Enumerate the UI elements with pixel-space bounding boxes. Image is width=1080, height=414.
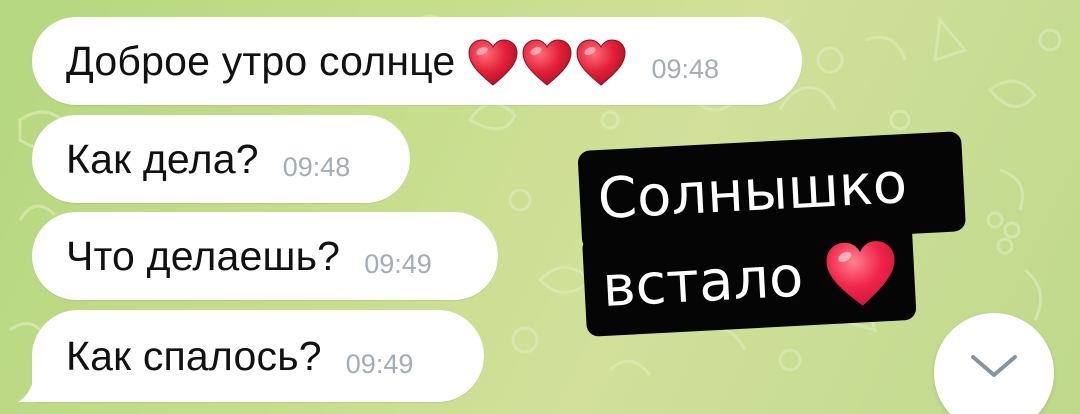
message-text: Как дела? <box>66 135 259 182</box>
scroll-to-bottom-button[interactable] <box>934 313 1054 414</box>
red-heart-icon <box>522 39 572 86</box>
bubble-tail <box>18 378 44 402</box>
message-bubble[interactable]: Как спалось? 09:49 <box>32 310 484 402</box>
message-text: Доброе утро солнце <box>66 37 456 84</box>
text-sticker[interactable]: Солнышко встало <box>577 131 970 337</box>
hearts-emoji-group <box>467 39 627 87</box>
message-timestamp: 09:49 <box>364 248 432 279</box>
red-heart-icon <box>576 39 626 86</box>
message-timestamp: 09:48 <box>651 53 720 84</box>
message-timestamp: 09:48 <box>282 151 351 182</box>
red-heart-icon <box>468 39 518 86</box>
red-heart-icon <box>826 241 895 306</box>
message-bubble[interactable]: Как дела? 09:48 <box>32 115 410 203</box>
message-bubble[interactable]: Что делаешь? 09:49 <box>32 212 498 300</box>
chevron-down-icon <box>971 355 1017 377</box>
message-timestamp: 09:49 <box>345 348 414 379</box>
message-bubble[interactable]: Доброе утро солнце 09:48 <box>32 17 802 105</box>
message-text: Как спалось? <box>66 332 322 379</box>
sticker-line-2: встало <box>600 244 805 321</box>
sticker-line-1: Солнышко <box>596 151 909 233</box>
message-text: Что делаешь? <box>66 232 341 279</box>
